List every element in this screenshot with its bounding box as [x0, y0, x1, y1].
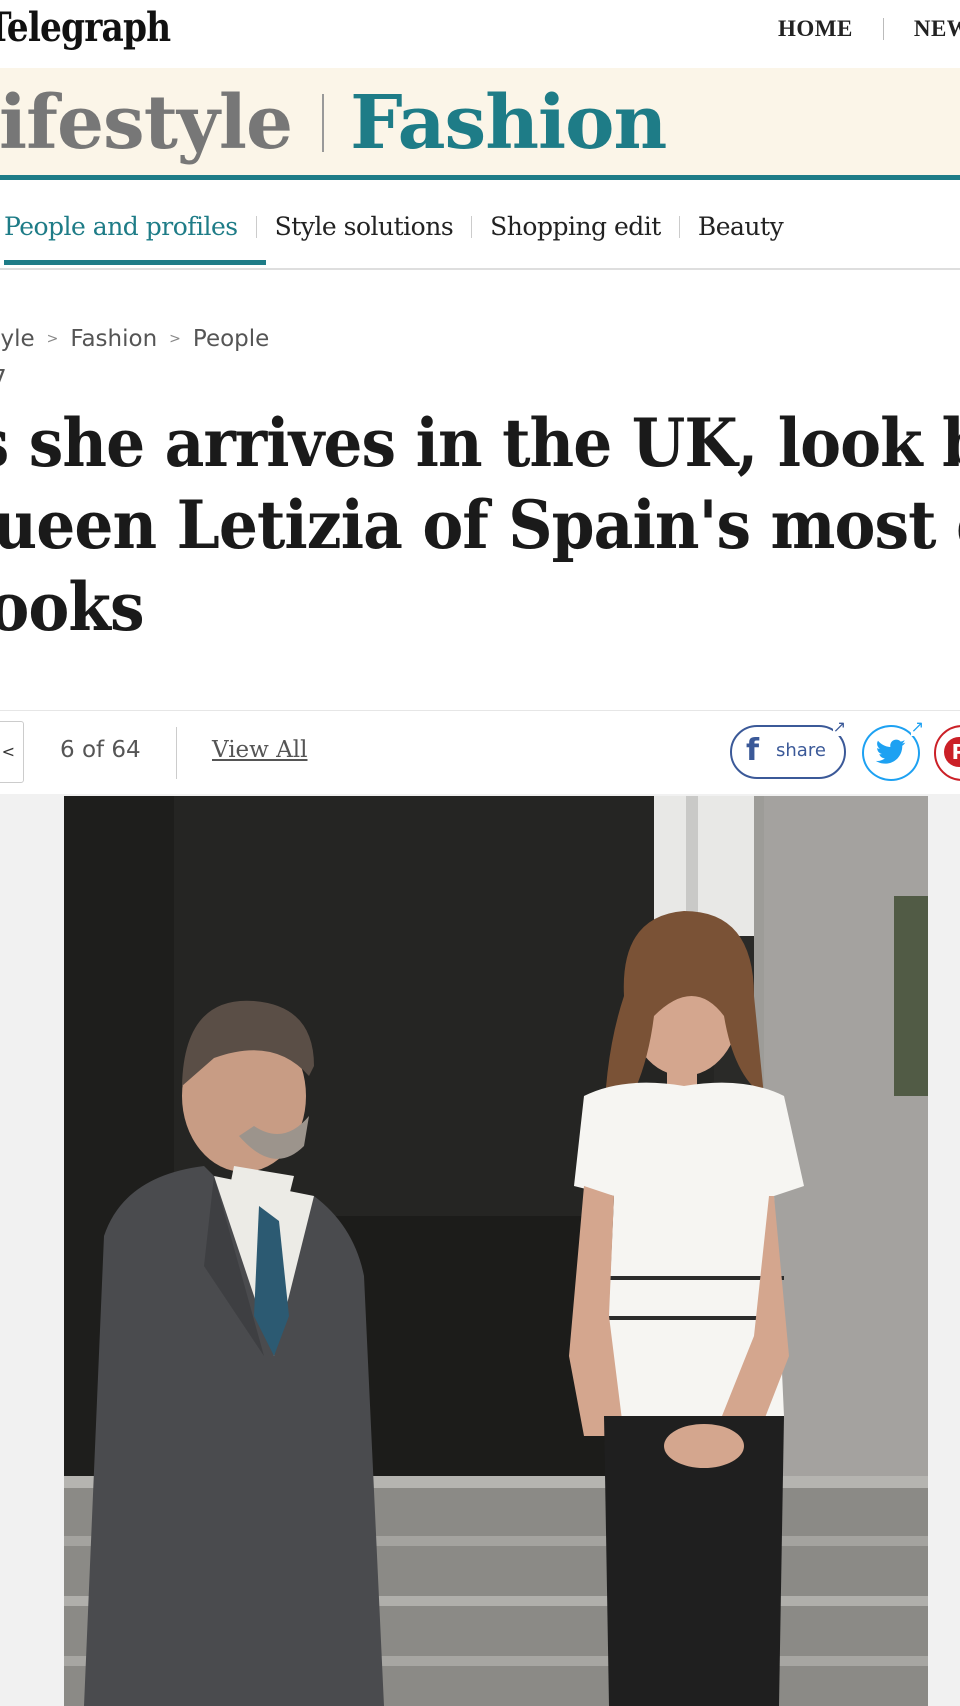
section-title-fashion[interactable]: Fashion	[350, 80, 667, 166]
gallery-photo[interactable]	[64, 796, 928, 1706]
breadcrumb-item-lifestyle[interactable]: Lifestyle	[0, 326, 35, 352]
topnav-home[interactable]: HOME	[778, 16, 853, 42]
section-banner: Lifestyle Fashion	[0, 68, 960, 180]
section-title-lifestyle[interactable]: Lifestyle	[0, 80, 293, 166]
article-headline: As she arrives in the UK, look back at Q…	[0, 402, 960, 648]
external-arrow-icon: ↗	[832, 717, 846, 736]
subnav-item-people-and-profiles[interactable]: People and profiles	[4, 212, 238, 241]
breadcrumb-item-fashion[interactable]: Fashion	[70, 326, 157, 352]
gallery-divider	[176, 727, 177, 779]
twitter-icon	[876, 739, 906, 764]
gallery-frame	[0, 794, 960, 1706]
active-tab-indicator	[4, 260, 266, 265]
subnav-item-shopping-edit[interactable]: Shopping edit	[490, 212, 661, 241]
subnav-item-style-solutions[interactable]: Style solutions	[275, 212, 454, 241]
headline-line-3: looks	[0, 568, 145, 646]
banner-divider	[322, 94, 325, 152]
breadcrumb-chevron-icon: >	[46, 331, 59, 347]
previous-slide-button[interactable]: <	[0, 721, 24, 783]
pinterest-icon: P	[944, 737, 960, 767]
chevron-left-icon: <	[1, 742, 15, 761]
top-bar: Telegraph HOME NEWS	[0, 0, 960, 66]
subnav-divider	[255, 215, 257, 238]
subnav-divider	[678, 215, 680, 238]
external-arrow-icon: ↗	[910, 717, 924, 736]
subnav-item-beauty[interactable]: Beauty	[698, 212, 784, 241]
topnav-news[interactable]: NEWS	[914, 16, 960, 42]
article-date: 7	[0, 366, 7, 392]
breadcrumb: Lifestyle > Fashion > People	[0, 326, 269, 352]
sub-nav-row: People and profiles Style solutions Shop…	[4, 212, 784, 241]
pinterest-share-button[interactable]: P	[934, 725, 960, 781]
sub-nav: People and profiles Style solutions Shop…	[0, 180, 960, 270]
facebook-icon: f	[746, 733, 760, 768]
top-nav: HOME NEWS	[778, 16, 960, 42]
view-all-link[interactable]: View All	[212, 737, 308, 763]
topnav-divider	[882, 18, 884, 40]
facebook-share-label: share	[776, 740, 826, 761]
breadcrumb-item-people[interactable]: People	[193, 326, 269, 352]
gallery-counter: 6 of 64	[60, 737, 141, 763]
headline-line-1: As she arrives in the UK, look back at	[0, 404, 960, 482]
facebook-share-button[interactable]: f share ↗	[730, 717, 846, 779]
gallery-toolbar: < 6 of 64 View All f share ↗ ↗ P	[0, 710, 960, 794]
page: Telegraph HOME NEWS Lifestyle Fashion Pe…	[0, 0, 960, 1706]
subnav-divider	[471, 215, 473, 238]
headline-line-2: Queen Letizia of Spain's most elegant	[0, 486, 960, 564]
site-logo[interactable]: Telegraph	[0, 4, 171, 51]
breadcrumb-chevron-icon: >	[169, 331, 181, 347]
banner-row: Lifestyle Fashion	[0, 80, 667, 166]
twitter-share-button[interactable]: ↗	[862, 717, 924, 781]
